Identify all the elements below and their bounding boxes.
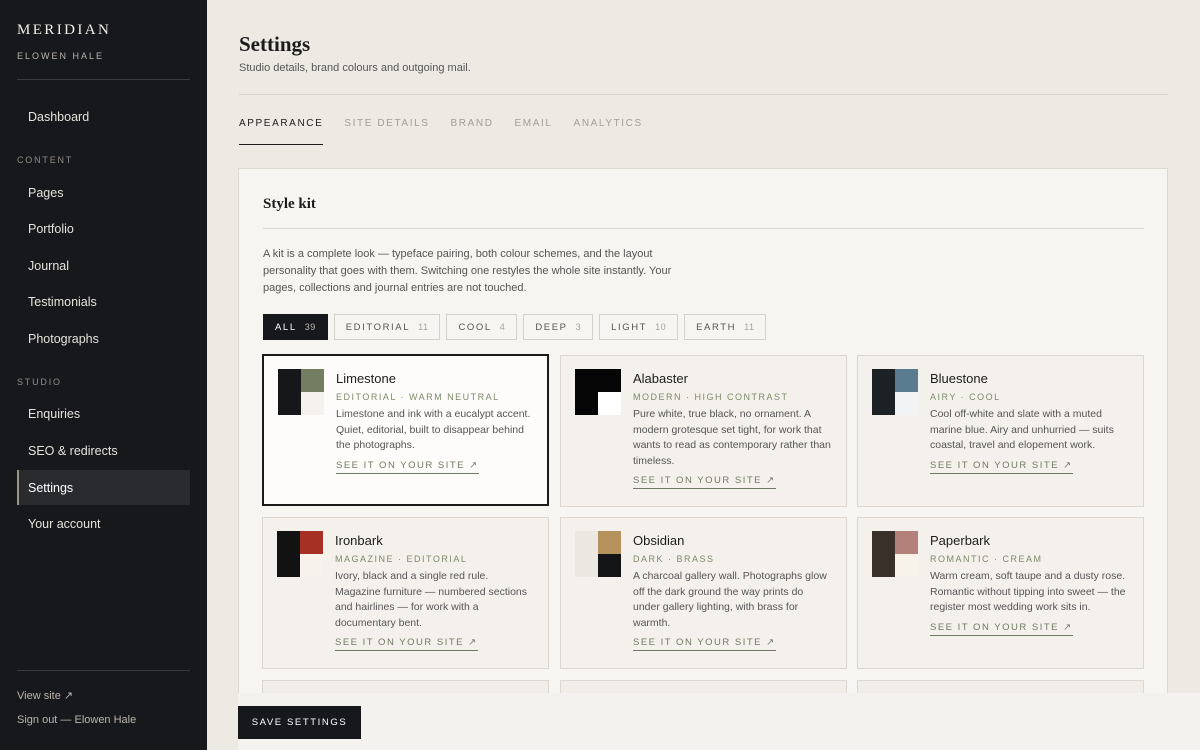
filter-count: 11 bbox=[418, 322, 429, 332]
filter-count: 11 bbox=[744, 322, 755, 332]
sidebar-item-your-account[interactable]: Your account bbox=[17, 506, 190, 541]
tab-site-details[interactable]: SITE DETAILS bbox=[344, 118, 429, 145]
tab-brand[interactable]: BRAND bbox=[451, 118, 494, 145]
filter-label: LIGHT bbox=[611, 321, 648, 333]
sidebar-item-photographs[interactable]: Photographs bbox=[17, 321, 190, 356]
sidebar-item-portfolio[interactable]: Portfolio bbox=[17, 211, 190, 246]
filter-label: COOL bbox=[458, 321, 492, 333]
brand-user: ELOWEN HALE bbox=[17, 51, 105, 61]
tab-analytics[interactable]: ANALYTICS bbox=[574, 118, 643, 145]
palette-swatch bbox=[575, 369, 621, 415]
sign-out-link[interactable]: Sign out — Elowen Hale bbox=[17, 714, 136, 726]
filter-count: 39 bbox=[304, 322, 316, 332]
kit-name: Bluestone bbox=[930, 371, 988, 386]
filter-count: 4 bbox=[499, 322, 506, 332]
kit-description: Ivory, black and a single red rule. Maga… bbox=[335, 570, 528, 629]
panel-divider bbox=[263, 228, 1144, 229]
sidebar-item-testimonials[interactable]: Testimonials bbox=[17, 284, 190, 319]
kit-description: Cool off-white and slate with a muted ma… bbox=[930, 408, 1114, 451]
kit-tags: MODERN · HIGH CONTRAST bbox=[633, 392, 789, 402]
save-bar: SAVE SETTINGS bbox=[238, 693, 1200, 750]
kit-card-body: Alabaster MODERN · HIGH CONTRAST Pure wh… bbox=[633, 371, 833, 489]
view-site-link[interactable]: View site ↗ bbox=[17, 689, 73, 702]
see-on-site-link[interactable]: SEE IT ON YOUR SITE ↗ bbox=[633, 637, 776, 651]
sidebar-item-pages[interactable]: Pages bbox=[17, 175, 190, 210]
filter-editorial[interactable]: EDITORIAL 11 bbox=[333, 314, 441, 340]
filter-count: 3 bbox=[575, 322, 582, 332]
sidebar-divider bbox=[17, 79, 190, 80]
see-on-site-link[interactable]: SEE IT ON YOUR SITE ↗ bbox=[633, 475, 776, 489]
sidebar-item-journal[interactable]: Journal bbox=[17, 248, 190, 283]
palette-swatch bbox=[872, 369, 918, 415]
kit-description: Warm cream, soft taupe and a dusty rose.… bbox=[930, 570, 1126, 613]
panel-description: A kit is a complete look — typeface pair… bbox=[263, 248, 672, 294]
panel-title: Style kit bbox=[263, 196, 316, 212]
sidebar-section-content: CONTENT bbox=[17, 155, 74, 165]
kit-card-body: Paperbark ROMANTIC · CREAM Warm cream, s… bbox=[930, 533, 1130, 636]
filter-deep[interactable]: DEEP 3 bbox=[523, 314, 594, 340]
kit-card-obsidian[interactable]: Obsidian DARK · BRASS A charcoal gallery… bbox=[560, 517, 847, 669]
kit-card-paperbark[interactable]: Paperbark ROMANTIC · CREAM Warm cream, s… bbox=[857, 517, 1144, 669]
kit-card-body: Bluestone AIRY · COOL Cool off-white and… bbox=[930, 371, 1130, 474]
kit-tags: EDITORIAL · WARM NEUTRAL bbox=[336, 392, 500, 402]
see-on-site-link[interactable]: SEE IT ON YOUR SITE ↗ bbox=[336, 460, 479, 474]
see-on-site-link[interactable]: SEE IT ON YOUR SITE ↗ bbox=[335, 637, 478, 651]
kit-card-alabaster[interactable]: Alabaster MODERN · HIGH CONTRAST Pure wh… bbox=[560, 355, 847, 507]
brand-block: MERIDIAN ELOWEN HALE bbox=[17, 22, 190, 61]
sidebar-footer-divider bbox=[17, 670, 190, 671]
page-title: Settings bbox=[239, 32, 311, 56]
kit-card-body: Limestone EDITORIAL · WARM NEUTRAL Limes… bbox=[336, 371, 536, 474]
palette-swatch bbox=[277, 531, 323, 577]
filter-count: 10 bbox=[655, 322, 667, 332]
kit-name: Ironbark bbox=[335, 533, 383, 548]
kit-card-limestone[interactable]: Limestone EDITORIAL · WARM NEUTRAL Limes… bbox=[262, 354, 549, 506]
filter-label: ALL bbox=[275, 321, 297, 333]
kit-tags: DARK · BRASS bbox=[633, 554, 715, 564]
kit-name: Paperbark bbox=[930, 533, 990, 548]
kit-card-ironbark[interactable]: Ironbark MAGAZINE · EDITORIAL Ivory, bla… bbox=[262, 517, 549, 669]
sidebar-item-dashboard[interactable]: Dashboard bbox=[17, 99, 190, 134]
see-on-site-link[interactable]: SEE IT ON YOUR SITE ↗ bbox=[930, 460, 1073, 474]
filter-light[interactable]: LIGHT 10 bbox=[599, 314, 679, 340]
tab-email[interactable]: EMAIL bbox=[515, 118, 553, 145]
kit-tags: AIRY · COOL bbox=[930, 392, 1001, 402]
tab-appearance[interactable]: APPEARANCE bbox=[239, 118, 324, 145]
palette-swatch bbox=[575, 531, 621, 577]
filter-label: EARTH bbox=[696, 321, 737, 333]
sidebar-section-studio: STUDIO bbox=[17, 377, 62, 387]
page-subtitle: Studio details, brand colours and outgoi… bbox=[239, 62, 471, 74]
kit-card-body: Obsidian DARK · BRASS A charcoal gallery… bbox=[633, 533, 833, 651]
sidebar-item-enquiries[interactable]: Enquiries bbox=[17, 396, 190, 431]
settings-tabs: APPEARANCE SITE DETAILS BRAND EMAIL ANAL… bbox=[239, 118, 664, 145]
brand-name: MERIDIAN bbox=[17, 22, 112, 38]
kit-name: Limestone bbox=[336, 371, 396, 386]
sidebar-item-settings[interactable]: Settings bbox=[17, 470, 190, 505]
kit-tags: MAGAZINE · EDITORIAL bbox=[335, 554, 468, 564]
kit-name: Obsidian bbox=[633, 533, 685, 548]
filter-all[interactable]: ALL 39 bbox=[263, 314, 328, 340]
header-divider bbox=[239, 94, 1168, 95]
filter-label: DEEP bbox=[535, 321, 568, 333]
kit-description: Limestone and ink with a eucalypt accent… bbox=[336, 408, 531, 451]
see-on-site-link[interactable]: SEE IT ON YOUR SITE ↗ bbox=[930, 622, 1073, 636]
kit-description: Pure white, true black, no ornament. A m… bbox=[633, 408, 831, 467]
filter-cool[interactable]: COOL 4 bbox=[446, 314, 518, 340]
palette-swatch bbox=[278, 369, 324, 415]
sidebar-item-seo-redirects[interactable]: SEO & redirects bbox=[17, 433, 190, 468]
kit-filters: ALL 39 EDITORIAL 11 COOL 4 DEEP 3 LIGHT 10 EA… bbox=[263, 314, 772, 340]
palette-swatch bbox=[872, 531, 918, 577]
kit-name: Alabaster bbox=[633, 371, 688, 386]
filter-label: EDITORIAL bbox=[345, 321, 411, 333]
save-settings-button[interactable]: SAVE SETTINGS bbox=[238, 706, 361, 739]
sidebar: MERIDIAN ELOWEN HALE Dashboard CONTENT P… bbox=[0, 0, 207, 750]
kit-tags: ROMANTIC · CREAM bbox=[930, 554, 1043, 564]
kit-card-bluestone[interactable]: Bluestone AIRY · COOL Cool off-white and… bbox=[857, 355, 1144, 507]
kit-description: A charcoal gallery wall. Photographs glo… bbox=[633, 570, 827, 629]
kit-card-body: Ironbark MAGAZINE · EDITORIAL Ivory, bla… bbox=[335, 533, 535, 651]
filter-earth[interactable]: EARTH 11 bbox=[684, 314, 767, 340]
